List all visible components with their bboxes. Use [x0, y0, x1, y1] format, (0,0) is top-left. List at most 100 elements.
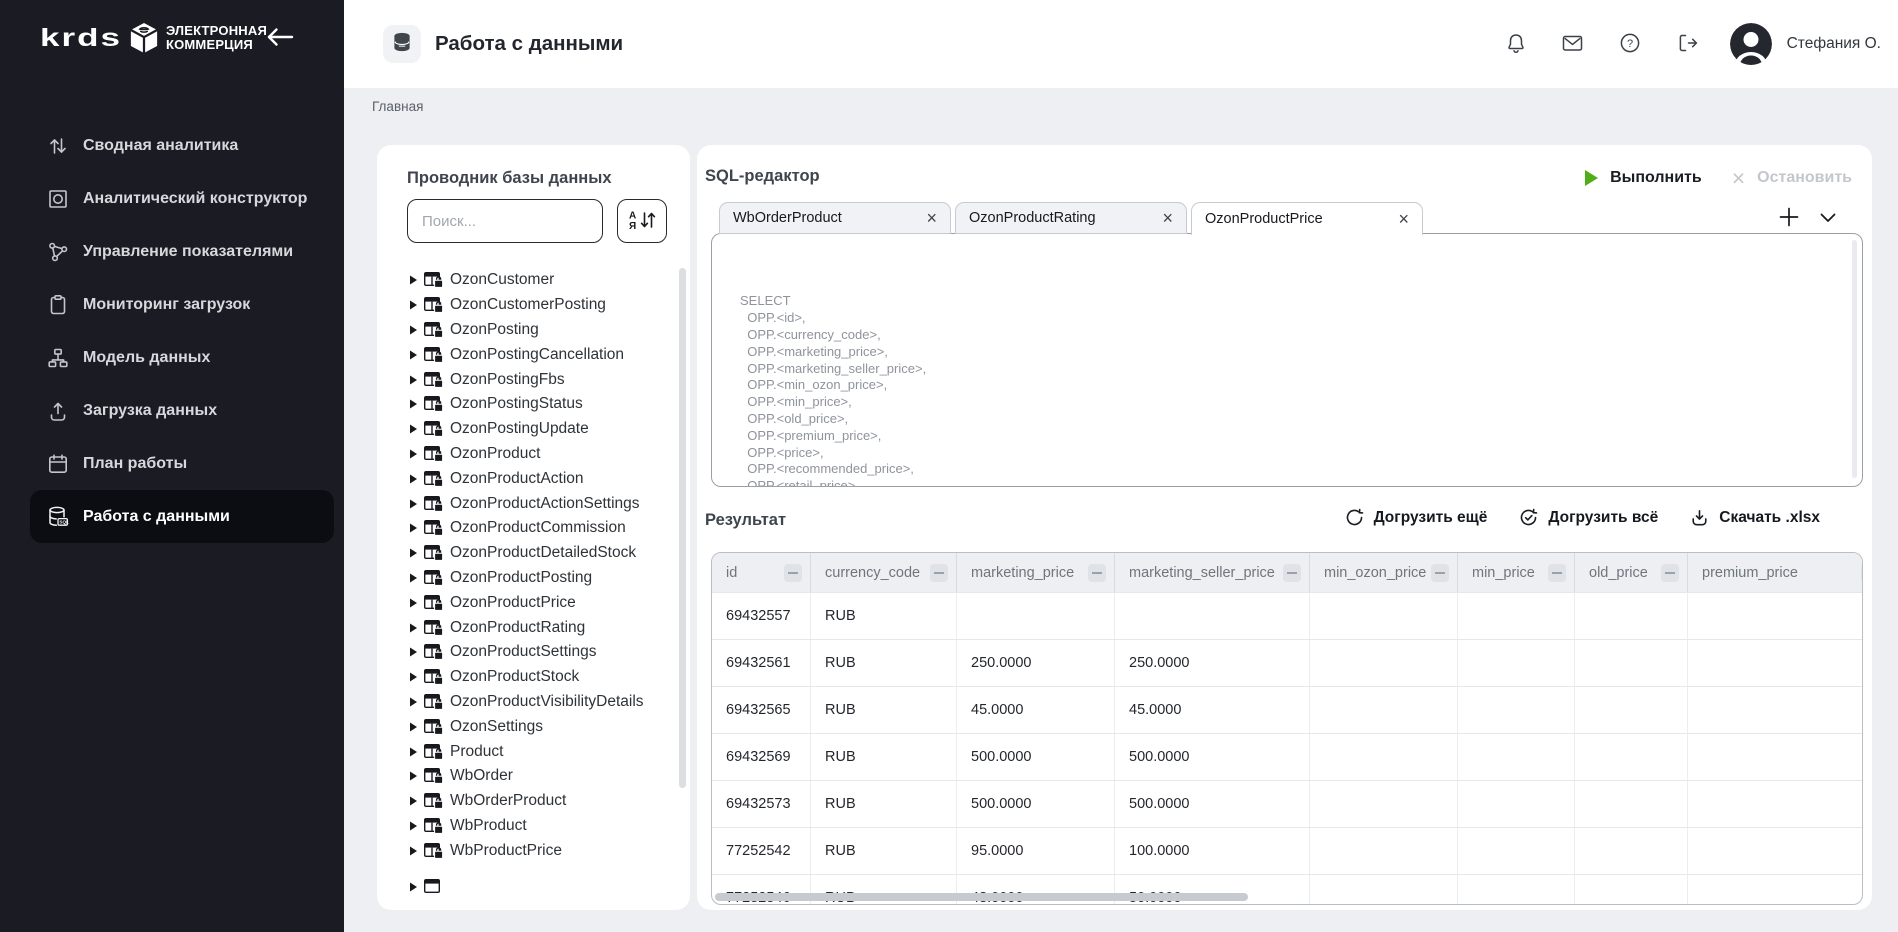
table-tree-item[interactable]: OzonProduct [410, 442, 664, 467]
caret-right-icon[interactable] [410, 722, 417, 732]
table-tree-item[interactable]: OzonPostingFbs [410, 367, 664, 392]
caret-right-icon[interactable] [410, 771, 417, 781]
table-tree-item[interactable]: OzonCustomerPosting [410, 293, 664, 318]
sidebar-item-model-dannyh[interactable]: Модель данных [30, 331, 334, 384]
table-tree-item[interactable]: OzonPosting [410, 318, 664, 343]
sql-code-line: OPP.<id>, [740, 310, 1842, 327]
caret-right-icon[interactable] [410, 747, 417, 757]
table-tree-item[interactable]: OzonProductPosting [410, 566, 664, 591]
table-tree-item-partial[interactable] [410, 875, 443, 900]
caret-right-icon[interactable] [410, 449, 417, 459]
run-query-button[interactable]: Выполнить [1585, 169, 1702, 187]
search-input[interactable] [407, 199, 603, 243]
sidebar-item-monitoring-zagruzok[interactable]: Мониторинг загрузок [30, 278, 334, 331]
tab-wborderproduct[interactable]: WbOrderProduct × [719, 202, 951, 234]
table-tree-item[interactable]: OzonProductPrice [410, 590, 664, 615]
sidebar-item-upravlenie-pokazatelyami[interactable]: Управление показателями [30, 225, 334, 278]
horizontal-scrollbar[interactable] [715, 893, 1248, 901]
table-row[interactable]: 69432565 RUB 45.0000 45.0000 [712, 686, 1863, 733]
table-tree-item[interactable]: WbOrder [410, 764, 664, 789]
column-menu-icon[interactable] [1088, 564, 1106, 582]
caret-right-icon[interactable] [410, 623, 417, 633]
caret-right-icon[interactable] [410, 697, 417, 707]
sidebar-item-analiticheskiy-konstruktor[interactable]: Аналитический конструктор [30, 172, 334, 225]
sidebar-item-zagruzka-dannyh[interactable]: Загрузка данных [30, 384, 334, 437]
help-button[interactable]: ? [1617, 31, 1643, 57]
tab-list-button[interactable] [1820, 211, 1836, 226]
table-tree-item[interactable]: OzonProductActionSettings [410, 491, 664, 516]
caret-right-icon[interactable] [410, 399, 417, 409]
table-tree-item[interactable]: OzonPostingCancellation [410, 342, 664, 367]
column-menu-icon[interactable] [930, 564, 948, 582]
table-tree-item[interactable]: OzonProductRating [410, 615, 664, 640]
caret-right-icon[interactable] [410, 499, 417, 509]
caret-right-icon[interactable] [410, 300, 417, 310]
caret-right-icon[interactable] [410, 375, 417, 385]
tab-ozonproductrating[interactable]: OzonProductRating × [955, 202, 1187, 234]
avatar[interactable] [1730, 23, 1772, 65]
download-xlsx-button[interactable]: Скачать .xlsx [1690, 508, 1820, 527]
close-icon[interactable]: × [926, 209, 937, 227]
column-menu-icon[interactable] [1431, 564, 1449, 582]
table-tree-item[interactable]: WbProductPrice [410, 838, 664, 863]
table-tree-item[interactable]: WbOrderProduct [410, 789, 664, 814]
caret-right-icon[interactable] [410, 325, 417, 335]
caret-right-icon[interactable] [410, 647, 417, 657]
messages-button[interactable] [1560, 31, 1586, 57]
close-icon[interactable]: × [1398, 210, 1409, 228]
tree-scrollbar[interactable] [679, 268, 686, 788]
breadcrumb[interactable]: Главная [372, 99, 423, 114]
notifications-button[interactable] [1503, 31, 1529, 57]
table-tree-item[interactable]: OzonPostingStatus [410, 392, 664, 417]
table-tree-item[interactable]: Product [410, 739, 664, 764]
caret-right-icon[interactable] [410, 424, 417, 434]
editor-scrollbar[interactable] [1852, 240, 1857, 478]
table-row[interactable]: 77252542 RUB 95.0000 100.0000 [712, 827, 1863, 874]
caret-right-icon[interactable] [410, 275, 417, 285]
stop-query-button[interactable]: × Остановить [1732, 169, 1852, 187]
table-tree-item[interactable]: WbProduct [410, 814, 664, 839]
column-menu-icon[interactable] [1861, 564, 1863, 582]
table-tree-item[interactable]: OzonCustomer [410, 268, 664, 293]
column-menu-icon[interactable] [1661, 564, 1679, 582]
caret-right-icon[interactable] [410, 796, 417, 806]
sort-button[interactable]: А Я [617, 199, 667, 243]
caret-right-icon[interactable] [410, 573, 417, 583]
user-name[interactable]: Стефания О. [1787, 35, 1881, 53]
caret-right-icon[interactable] [410, 598, 417, 608]
load-more-button[interactable]: Догрузить ещё [1345, 508, 1488, 527]
add-tab-button[interactable] [1778, 206, 1800, 231]
table-tree-item[interactable]: OzonProductSettings [410, 640, 664, 665]
caret-right-icon[interactable] [410, 523, 417, 533]
table-tree-item[interactable]: OzonProductVisibilityDetails [410, 690, 664, 715]
caret-right-icon[interactable] [410, 821, 417, 831]
table-row[interactable]: 69432557 RUB [712, 592, 1863, 639]
close-icon[interactable]: × [1162, 209, 1173, 227]
caret-right-icon[interactable] [410, 846, 417, 856]
tab-ozonproductprice[interactable]: OzonProductPrice × [1191, 202, 1423, 235]
sidebar-item-rabota-s-dannymi[interactable]: SQL Работа с данными [30, 490, 334, 543]
table-tree-item[interactable]: OzonPostingUpdate [410, 417, 664, 442]
logout-button[interactable] [1674, 31, 1700, 57]
table-tree-item[interactable]: OzonProductStock [410, 665, 664, 690]
caret-right-icon[interactable] [410, 548, 417, 558]
table-row[interactable]: 69432573 RUB 500.0000 500.0000 [712, 780, 1863, 827]
column-menu-icon[interactable] [1283, 564, 1301, 582]
table-tree-item[interactable]: OzonProductDetailedStock [410, 541, 664, 566]
sidebar-item-svodnaya-analitika[interactable]: Сводная аналитика [30, 119, 334, 172]
collapse-sidebar-button[interactable] [266, 27, 294, 50]
column-menu-icon[interactable] [1548, 564, 1566, 582]
table-row[interactable]: 69432569 RUB 500.0000 500.0000 [712, 733, 1863, 780]
table-row[interactable]: 69432561 RUB 250.0000 250.0000 [712, 639, 1863, 686]
sidebar-item-plan-raboty[interactable]: План работы [30, 437, 334, 490]
table-lock-icon [424, 768, 443, 784]
table-tree-item[interactable]: OzonSettings [410, 714, 664, 739]
caret-right-icon[interactable] [410, 474, 417, 484]
column-menu-icon[interactable] [784, 564, 802, 582]
table-tree-item[interactable]: OzonProductAction [410, 466, 664, 491]
load-all-button[interactable]: Догрузить всё [1519, 508, 1658, 527]
caret-right-icon[interactable] [410, 672, 417, 682]
table-tree-item[interactable]: OzonProductCommission [410, 516, 664, 541]
sql-code-editor[interactable]: SELECT OPP.<id>, OPP.<currency_code>, OP… [711, 233, 1863, 487]
caret-right-icon[interactable] [410, 350, 417, 360]
